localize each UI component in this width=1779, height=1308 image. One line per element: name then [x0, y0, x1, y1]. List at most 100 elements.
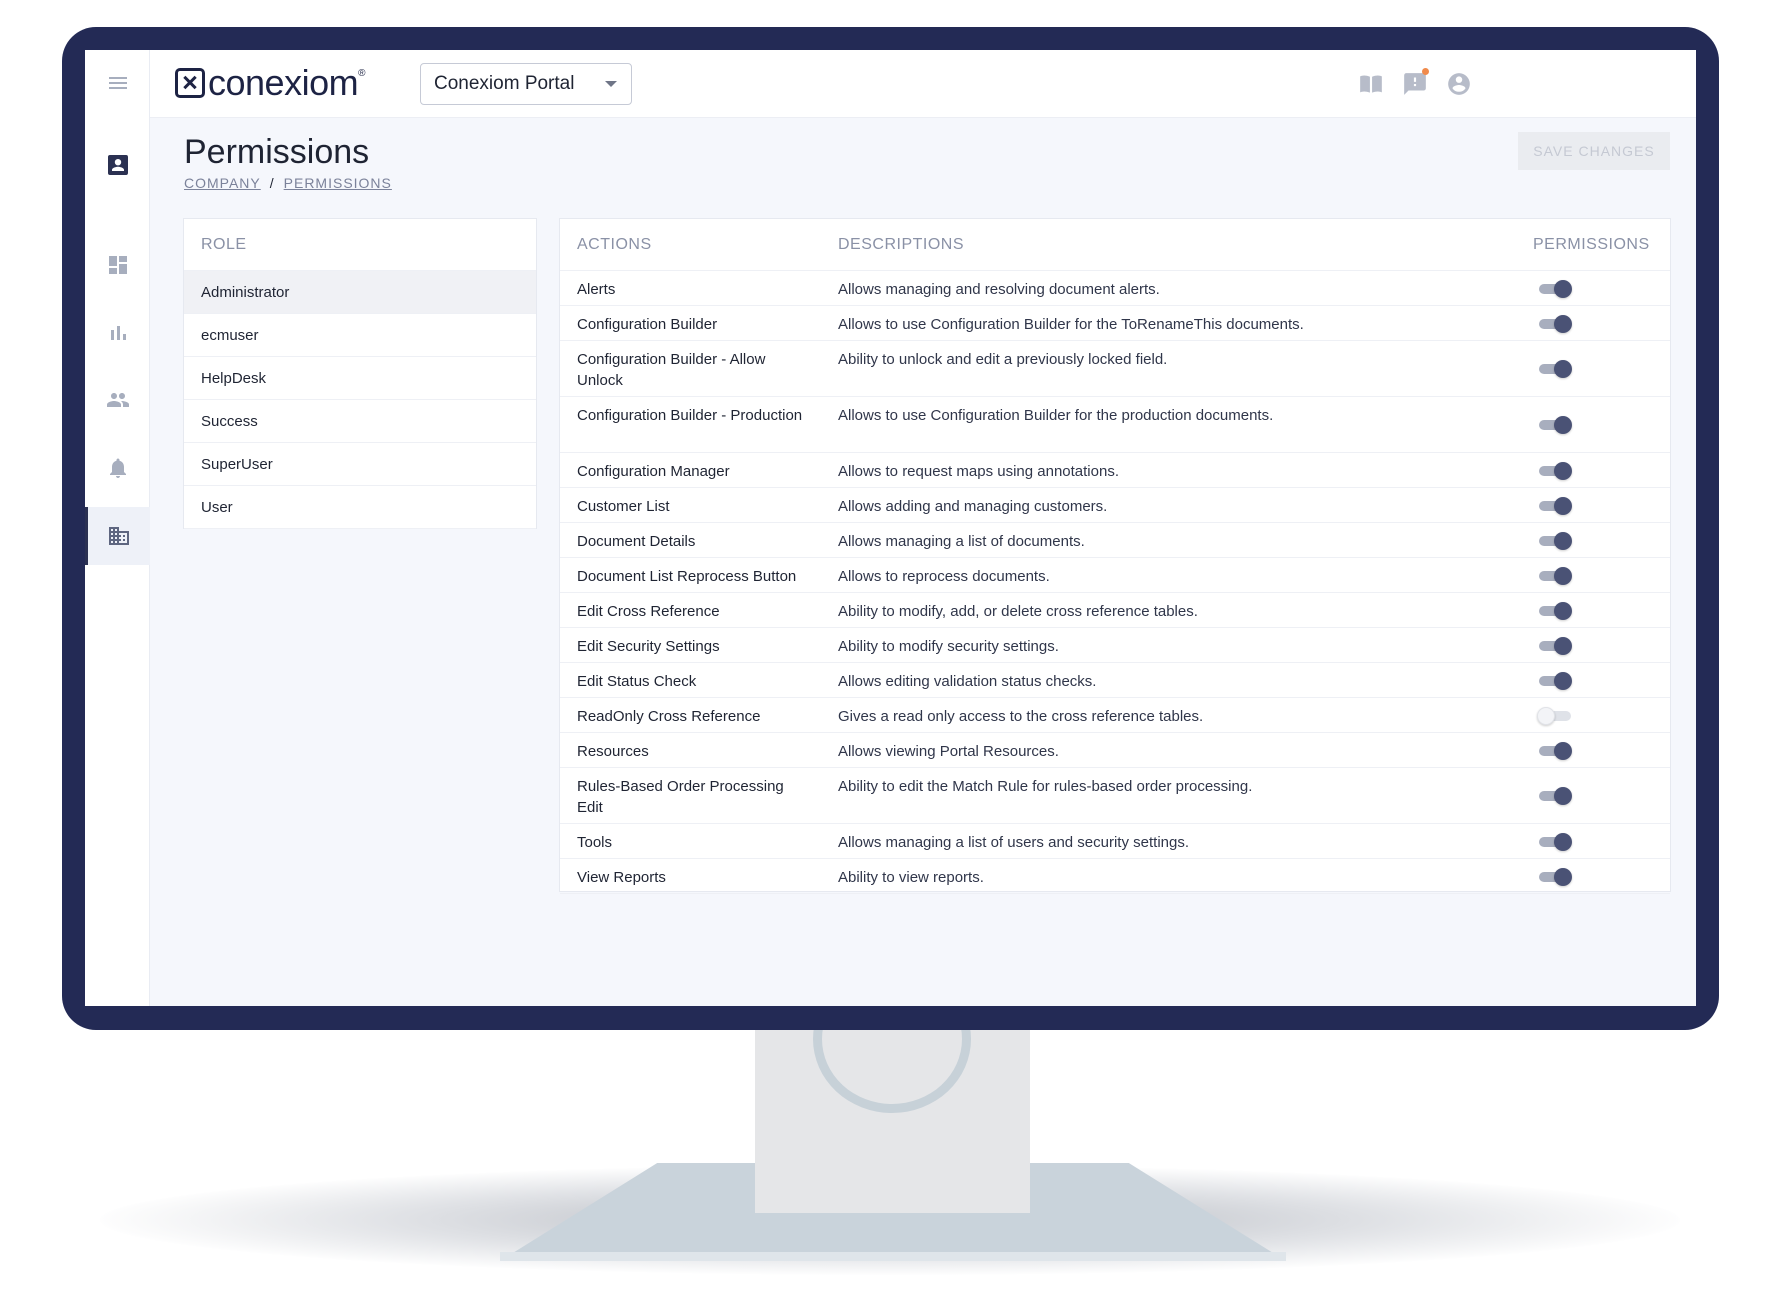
role-item-administrator[interactable]: Administrator [184, 271, 536, 314]
breadcrumb: COMPANY / PERMISSIONS [184, 175, 392, 191]
toggle-knob [1554, 496, 1572, 515]
logo-registered-mark: ® [358, 68, 366, 79]
permission-action: Configuration Builder - Production [577, 407, 803, 424]
permission-toggle[interactable] [1539, 832, 1572, 851]
permission-action: ReadOnly Cross Reference [577, 708, 761, 725]
conexiom-logo[interactable]: conexiom ® [175, 65, 366, 101]
logo-mark-icon [175, 68, 205, 98]
permission-description: Ability to unlock and edit a previously … [838, 351, 1168, 368]
bell-icon[interactable] [85, 439, 150, 497]
feedback-icon[interactable] [1401, 68, 1429, 98]
descriptions-column-header: DESCRIPTIONS [838, 236, 965, 253]
permissions-table-header: ACTIONS DESCRIPTIONS PERMISSIONS [560, 219, 1670, 271]
permission-toggle[interactable] [1539, 867, 1572, 886]
permission-action: Document Details [577, 533, 696, 550]
bar-chart-icon[interactable] [85, 304, 150, 362]
permission-toggle[interactable] [1539, 360, 1572, 378]
permission-description: Allows to use Configuration Builder for … [838, 407, 1274, 424]
role-column-header: ROLE [184, 219, 536, 271]
table-row: Tools Allows managing a list of users and… [560, 824, 1670, 859]
permission-toggle[interactable] [1539, 601, 1572, 620]
permissions-rows: Alerts Allows managing and resolving docu… [560, 271, 1670, 894]
permission-description: Allows managing a list of users and secu… [838, 834, 1189, 851]
toggle-knob [1537, 706, 1555, 725]
permission-toggle[interactable] [1539, 279, 1572, 298]
toggle-knob [1554, 636, 1572, 655]
toggle-knob [1554, 279, 1572, 298]
permission-toggle[interactable] [1539, 496, 1572, 515]
permission-toggle[interactable] [1539, 461, 1572, 480]
role-item-helpdesk[interactable]: HelpDesk [184, 357, 536, 400]
permission-action: Tools [577, 834, 613, 851]
account-circle-icon[interactable] [1445, 70, 1473, 98]
permission-description: Ability to edit the Match Rule for rules… [838, 778, 1253, 795]
save-changes-button[interactable]: SAVE CHANGES [1518, 132, 1670, 170]
permission-toggle[interactable] [1539, 531, 1572, 550]
toggle-knob [1554, 461, 1572, 480]
permission-toggle[interactable] [1539, 314, 1572, 333]
people-icon[interactable] [85, 371, 150, 429]
permission-action: Configuration Manager [577, 463, 730, 480]
toggle-knob [1554, 867, 1572, 886]
portal-select[interactable]: Conexiom Portal [420, 63, 632, 105]
permission-description: Allows to use Configuration Builder for … [838, 316, 1304, 333]
chevron-down-icon [605, 81, 617, 87]
table-row: Configuration Builder - Production Allows… [560, 397, 1670, 453]
permission-toggle[interactable] [1539, 566, 1572, 585]
breadcrumb-permissions[interactable]: PERMISSIONS [284, 175, 392, 191]
permission-action: Alerts [577, 281, 616, 298]
permission-toggle[interactable] [1539, 787, 1572, 805]
toggle-knob [1554, 832, 1572, 851]
menu-icon[interactable] [85, 54, 150, 112]
permission-description: Allows managing a list of documents. [838, 533, 1085, 550]
app-screen: conexiom ® Conexiom Portal Permissions C… [85, 50, 1696, 1006]
permission-action: Configuration Builder - Allow Unlock [577, 351, 766, 389]
permission-description: Ability to modify security settings. [838, 638, 1059, 655]
table-row: Resources Allows viewing Portal Resources… [560, 733, 1670, 768]
toggle-knob [1554, 601, 1572, 620]
breadcrumb-company[interactable]: COMPANY [184, 175, 261, 191]
toggle-knob [1554, 531, 1572, 550]
company-building-icon[interactable] [85, 507, 150, 565]
breadcrumb-separator: / [269, 175, 275, 191]
role-item-success[interactable]: Success [184, 400, 536, 443]
table-row: View Reports Ability to view reports. [560, 859, 1670, 894]
permission-toggle[interactable] [1539, 636, 1572, 655]
permission-action: Resources [577, 743, 649, 760]
permissions-table: ACTIONS DESCRIPTIONS PERMISSIONS Alerts A… [559, 218, 1671, 894]
table-row: Edit Status Check Allows editing validati… [560, 663, 1670, 698]
permission-description: Allows to request maps using annotations… [838, 463, 1119, 480]
contact-card-icon[interactable] [85, 136, 150, 194]
permission-action: Edit Security Settings [577, 638, 720, 655]
role-item-user[interactable]: User [184, 486, 536, 529]
permission-description: Allows editing validation status checks. [838, 673, 1097, 690]
permission-toggle[interactable] [1539, 671, 1572, 690]
table-row: Customer List Allows adding and managing … [560, 488, 1670, 523]
page-title: Permissions [184, 133, 370, 171]
sidebar [85, 50, 150, 1006]
toggle-knob [1554, 671, 1572, 690]
table-row: Configuration Builder - Allow Unlock Abil… [560, 341, 1670, 397]
role-item-ecmuser[interactable]: ecmuser [184, 314, 536, 357]
table-row: Edit Security Settings Ability to modify … [560, 628, 1670, 663]
dashboard-icon[interactable] [85, 236, 150, 294]
notification-dot [1422, 68, 1429, 75]
table-row: ReadOnly Cross Reference Gives a read onl… [560, 698, 1670, 733]
permission-description: Allows managing and resolving document a… [838, 281, 1160, 298]
permission-description: Allows viewing Portal Resources. [838, 743, 1059, 760]
permission-description: Gives a read only access to the cross re… [838, 708, 1204, 725]
permission-action: Edit Status Check [577, 673, 697, 690]
permission-action: Edit Cross Reference [577, 603, 720, 620]
toggle-knob [1554, 416, 1572, 434]
book-icon[interactable] [1357, 70, 1385, 98]
permission-toggle[interactable] [1537, 706, 1571, 725]
permission-toggle[interactable] [1539, 741, 1572, 760]
permission-toggle[interactable] [1539, 416, 1572, 434]
table-row: Alerts Allows managing and resolving docu… [560, 271, 1670, 306]
permission-action: Document List Reprocess Button [577, 568, 797, 585]
monitor-stand-base-edge [500, 1252, 1286, 1261]
portal-select-value: Conexiom Portal [434, 73, 575, 94]
permission-description: Ability to modify, add, or delete cross … [838, 603, 1198, 620]
role-item-superuser[interactable]: SuperUser [184, 443, 536, 486]
toggle-knob [1554, 360, 1572, 378]
